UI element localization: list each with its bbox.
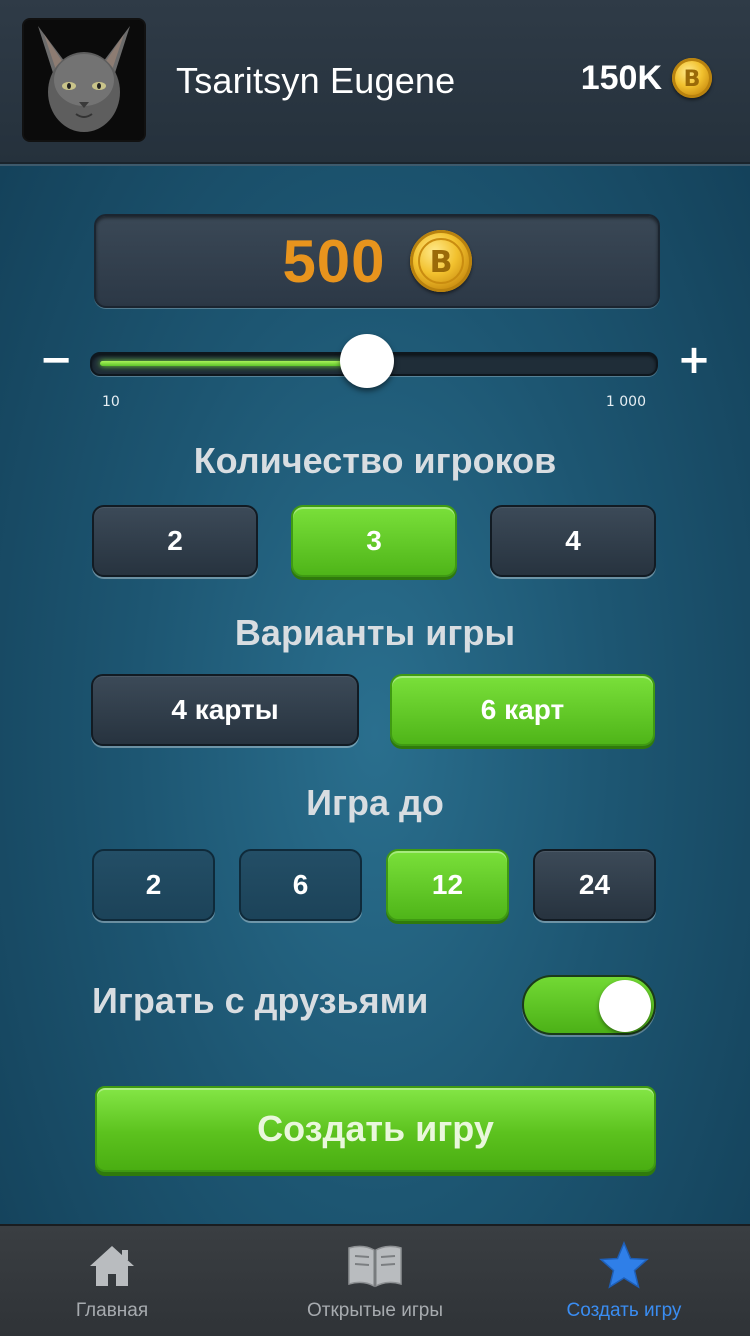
sphynx-cat-icon [24, 20, 144, 140]
coin-icon: B [409, 230, 472, 292]
svg-text:B: B [684, 67, 701, 92]
variant-4-cards[interactable]: 4 карты [91, 674, 359, 746]
variants-title: Варианты игры [234, 612, 516, 653]
create-game-button[interactable]: Создать игру [95, 1086, 656, 1172]
slider-min-label: 10 [102, 394, 120, 410]
profile-header: Tsaritsyn Eugene 150K B [0, 0, 750, 164]
tab-open-games[interactable]: Открытые игры [275, 1226, 475, 1336]
decrease-bet-button[interactable]: − [36, 340, 76, 380]
play-to-title: Игра до [306, 782, 444, 823]
slider-fill [100, 361, 369, 366]
balance: 150K B [581, 58, 712, 98]
tab-home-label: Главная [75, 1300, 149, 1321]
bet-amount-display: 500 B [94, 214, 660, 308]
tab-home[interactable]: Главная [12, 1226, 212, 1336]
home-icon [90, 1246, 134, 1286]
increase-bet-button[interactable]: + [674, 340, 714, 380]
play-to-option-24[interactable]: 24 [533, 849, 656, 921]
book-icon [348, 1245, 402, 1288]
toggle-knob [599, 980, 651, 1032]
play-to-option-6[interactable]: 6 [239, 849, 362, 921]
svg-text:B: B [429, 245, 452, 280]
tab-bar: Главная Открытые игры Создать игру [0, 1224, 750, 1336]
play-to-option-2[interactable]: 2 [92, 849, 215, 921]
star-icon [599, 1241, 649, 1289]
tab-create-game-label: Создать игру [566, 1300, 682, 1321]
tab-create-game[interactable]: Создать игру [524, 1226, 724, 1336]
players-option-4[interactable]: 4 [490, 505, 656, 577]
coin-icon: B [672, 58, 712, 98]
play-with-friends-label: Играть с друзьями [92, 980, 429, 1021]
players-option-2[interactable]: 2 [92, 505, 258, 577]
players-option-3[interactable]: 3 [291, 505, 457, 577]
bet-value: 500 [282, 227, 386, 295]
variant-6-cards[interactable]: 6 карт [390, 674, 655, 746]
play-with-friends-toggle[interactable] [522, 975, 656, 1035]
slider-max-label: 1 000 [605, 394, 646, 410]
tab-open-games-label: Открытые игры [307, 1300, 443, 1321]
balance-value: 150K [580, 58, 662, 97]
user-name: Tsaritsyn Eugene [176, 60, 456, 101]
play-to-option-12[interactable]: 12 [386, 849, 509, 921]
players-title: Количество игроков [193, 440, 557, 481]
avatar[interactable] [22, 18, 146, 142]
slider-thumb[interactable] [339, 334, 394, 388]
